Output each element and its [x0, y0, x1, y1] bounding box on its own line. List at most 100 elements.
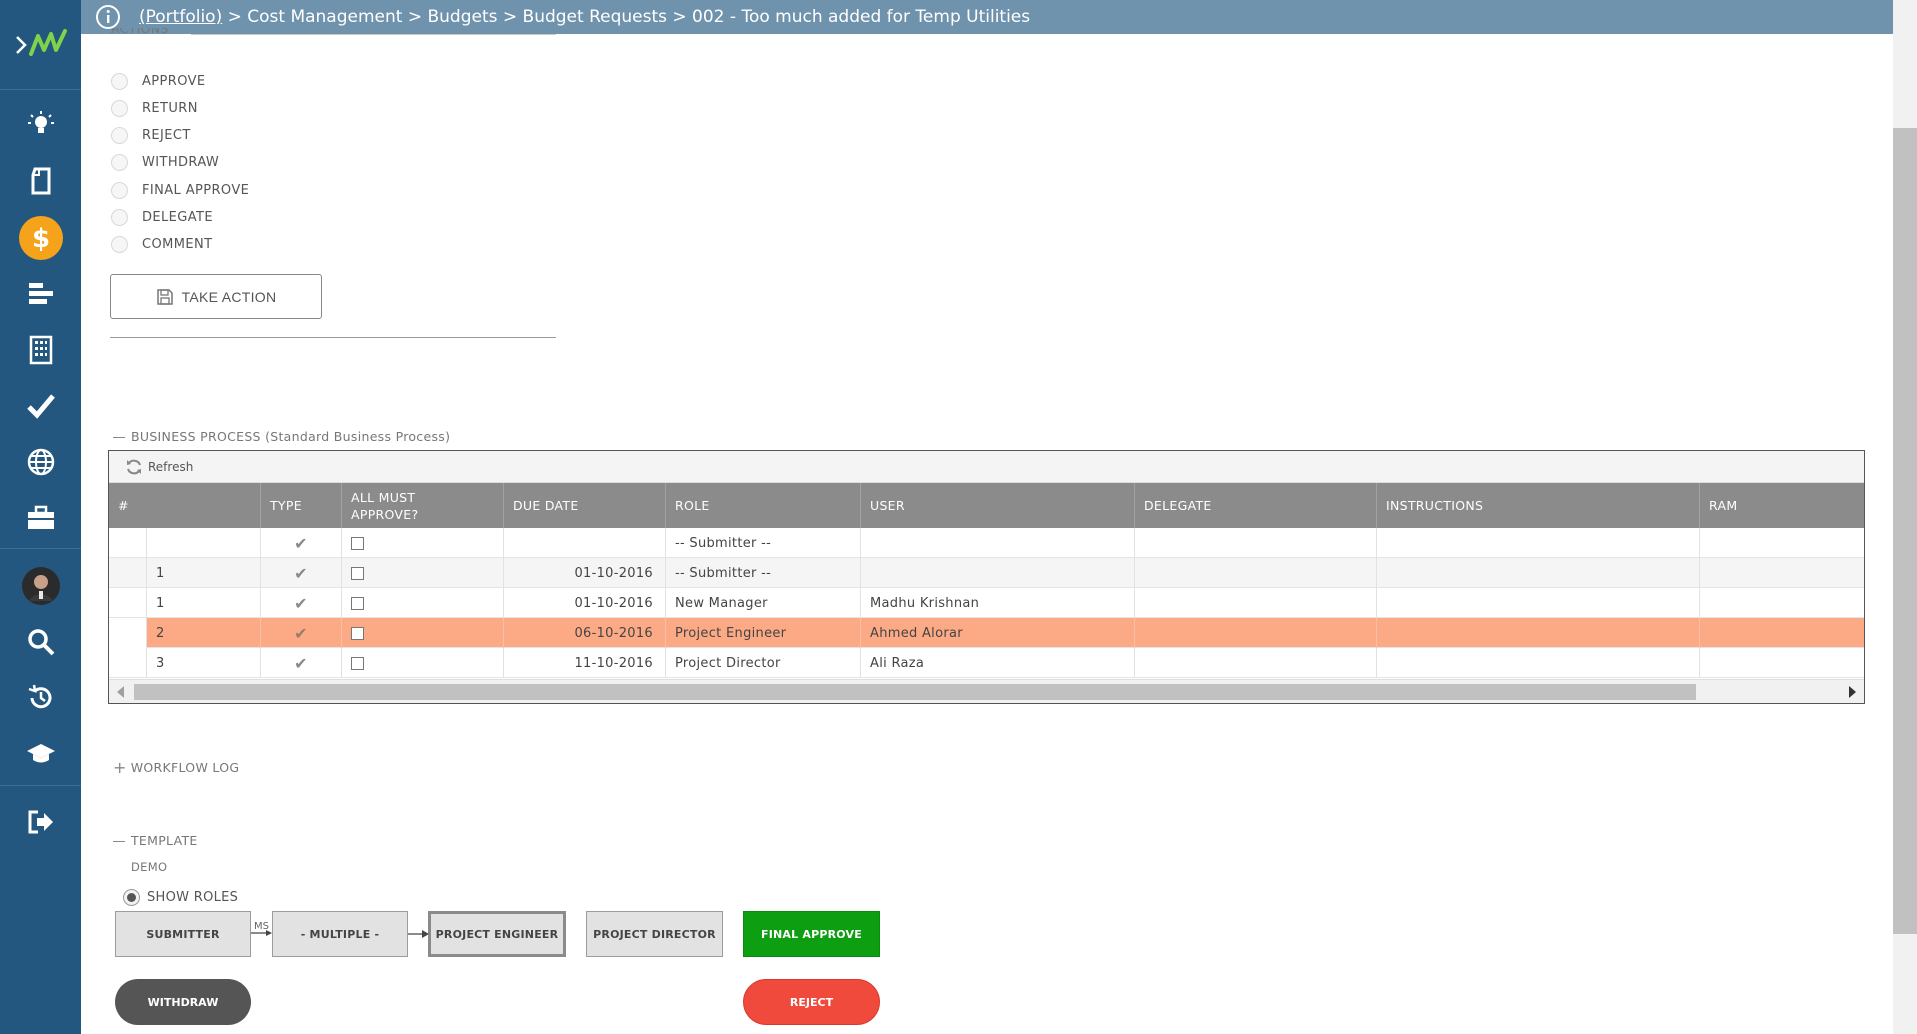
template-header[interactable]: TEMPLATE [113, 833, 198, 848]
cell-delegate [1135, 618, 1377, 648]
collapse-icon[interactable] [113, 841, 125, 842]
column-header-type[interactable]: TYPE [261, 483, 342, 528]
show-roles-toggle[interactable]: SHOW ROLES [123, 889, 238, 906]
column-header-due-date[interactable]: DUE DATE [504, 483, 666, 528]
flow-step-submitter[interactable]: SUBMITTER [115, 911, 251, 957]
scroll-left-icon[interactable] [117, 686, 124, 698]
column-header-label: RAM [1709, 498, 1738, 513]
refresh-icon [127, 459, 141, 474]
sidebar-item-cost[interactable]: $ [0, 214, 81, 262]
checkbox[interactable] [351, 536, 364, 550]
grid-horizontal-scrollbar[interactable] [109, 679, 1864, 703]
sidebar-item-documents[interactable] [0, 157, 81, 205]
flow-step-final-approve[interactable]: FINAL APPROVE [743, 911, 880, 957]
radio-button[interactable] [111, 235, 128, 253]
radio-button[interactable] [111, 181, 128, 199]
checkbox[interactable] [351, 566, 364, 580]
take-action-button[interactable]: TAKE ACTION [110, 274, 322, 319]
top-header: (Portfolio) > Cost Management > Budgets … [81, 0, 1893, 34]
sidebar-item-schedule[interactable] [0, 270, 81, 318]
cell-user: Madhu Krishnan [861, 588, 1135, 618]
collapse-icon[interactable] [113, 437, 125, 438]
action-option-reject[interactable]: REJECT [111, 125, 191, 145]
sidebar-item-history[interactable] [0, 674, 81, 722]
cell-ram [1700, 618, 1864, 648]
column-header-all-must-approve[interactable]: ALL MUST APPROVE? [342, 483, 504, 528]
cell-number: 1 [147, 558, 261, 588]
action-option-comment[interactable]: COMMENT [111, 234, 212, 254]
action-option-approve[interactable]: APPROVE [111, 71, 206, 91]
sidebar: $ [0, 0, 81, 1034]
cell-all-must-approve [342, 648, 504, 678]
flow-withdraw-button[interactable]: WITHDRAW [115, 979, 251, 1025]
page-scrollbar-thumb[interactable] [1893, 128, 1917, 934]
cell-user [861, 528, 1135, 558]
sidebar-item-portfolio[interactable] [0, 494, 81, 542]
column-header-user[interactable]: USER [861, 483, 1135, 528]
grid-header: # TYPE ALL MUST APPROVE? DUE DATE ROLE U… [109, 483, 1864, 528]
scroll-right-icon[interactable] [1849, 686, 1856, 698]
checkbox[interactable] [351, 656, 364, 670]
table-row[interactable]: 1 ✔ 01-10-2016 New Manager Madhu Krishna… [109, 588, 1864, 618]
expand-chevron-icon[interactable] [14, 34, 28, 56]
sidebar-item-training[interactable] [0, 730, 81, 778]
cell-all-must-approve [342, 558, 504, 588]
column-header-instructions[interactable]: INSTRUCTIONS [1377, 483, 1700, 528]
column-header-ram[interactable]: RAM [1700, 483, 1864, 528]
flow-step-project-director[interactable]: PROJECT DIRECTOR [586, 911, 723, 957]
radio-button[interactable] [111, 99, 128, 117]
sidebar-item-search[interactable] [0, 618, 81, 666]
column-header-delegate[interactable]: DELEGATE [1135, 483, 1377, 528]
workflow-log-header[interactable]: + WORKFLOW LOG [113, 758, 239, 777]
sidebar-item-logout[interactable] [0, 798, 81, 846]
sidebar-item-facilities[interactable] [0, 326, 81, 374]
page-scrollbar[interactable] [1893, 0, 1917, 1034]
briefcase-icon [27, 505, 54, 529]
business-process-header[interactable]: BUSINESS PROCESS (Standard Business Proc… [113, 429, 450, 444]
info-icon[interactable] [95, 4, 121, 30]
radio-button[interactable] [111, 72, 128, 90]
checkbox[interactable] [351, 596, 364, 610]
cell-role: Project Engineer [666, 618, 861, 648]
sidebar-item-global[interactable] [0, 438, 81, 486]
column-header-label: DELEGATE [1144, 498, 1212, 513]
refresh-button[interactable]: Refresh [125, 458, 193, 476]
breadcrumb-portfolio-link[interactable]: (Portfolio) [139, 7, 222, 27]
radio-button[interactable] [111, 153, 128, 171]
expand-plus-icon[interactable]: + [113, 758, 127, 777]
cell-ram [1700, 648, 1864, 678]
table-row[interactable]: ✔ -- Submitter -- [109, 528, 1864, 558]
graduation-cap-icon [26, 744, 55, 763]
column-header-number[interactable]: # [109, 483, 261, 528]
logo[interactable] [0, 0, 81, 90]
business-process-grid: Refresh # TYPE ALL MUST APPROVE? DUE DAT… [108, 450, 1865, 704]
sidebar-item-ideas[interactable] [0, 100, 81, 148]
table-row-selected[interactable]: 2 ✔ 06-10-2016 Project Engineer Ahmed Al… [109, 618, 1864, 648]
column-header-label: USER [870, 498, 905, 513]
flow-step-project-engineer[interactable]: PROJECT ENGINEER [428, 911, 566, 957]
connector-label: MS [254, 921, 269, 932]
action-option-delegate[interactable]: DELEGATE [111, 207, 213, 227]
avatar [21, 567, 60, 605]
flow-step-multiple[interactable]: - MULTIPLE - [272, 911, 408, 957]
action-option-return[interactable]: RETURN [111, 98, 198, 118]
sidebar-item-profile[interactable] [0, 562, 81, 610]
action-option-final-approve[interactable]: FINAL APPROVE [111, 180, 249, 200]
cell-role: New Manager [666, 588, 861, 618]
flow-reject-button[interactable]: REJECT [743, 979, 880, 1025]
column-header-role[interactable]: ROLE [666, 483, 861, 528]
logout-icon [28, 810, 53, 834]
radio-button[interactable] [111, 126, 128, 144]
cell-number: 2 [147, 618, 261, 648]
logo-icon [28, 28, 67, 56]
grid-scrollbar-thumb[interactable] [134, 684, 1696, 700]
cell-number: 3 [147, 648, 261, 678]
sidebar-item-tasks[interactable] [0, 382, 81, 430]
radio-button-selected[interactable] [123, 889, 140, 906]
table-row[interactable]: 3 ✔ 11-10-2016 Project Director Ali Raza [109, 648, 1864, 678]
radio-button[interactable] [111, 208, 128, 226]
action-option-withdraw[interactable]: WITHDRAW [111, 152, 219, 172]
checkbox[interactable] [351, 626, 364, 640]
table-row[interactable]: 1 ✔ 01-10-2016 -- Submitter -- [109, 558, 1864, 588]
actions-top-divider [191, 34, 556, 35]
